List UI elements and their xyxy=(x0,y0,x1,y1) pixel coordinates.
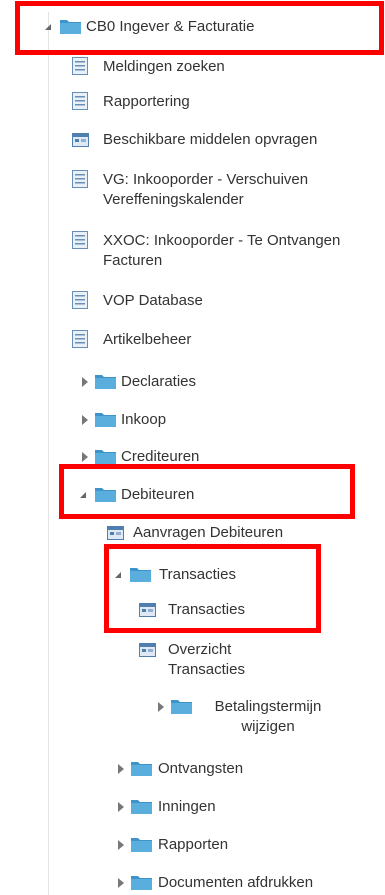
highlight-box-debiteuren xyxy=(59,464,355,519)
folder-icon xyxy=(131,876,152,890)
tree-item-label: XXOC: Inkooporder - Te Ontvangen Facture… xyxy=(103,232,341,269)
collapsed-arrow-icon[interactable] xyxy=(118,878,124,888)
collapsed-arrow-icon[interactable] xyxy=(82,452,88,462)
document-list-icon xyxy=(72,57,88,75)
document-list-icon xyxy=(72,291,88,309)
collapsed-arrow-icon[interactable] xyxy=(158,702,164,712)
tree-folder-label: Declaraties xyxy=(121,373,197,390)
form-app-icon xyxy=(139,643,156,657)
tree-folder-label: Inkoop xyxy=(121,411,167,428)
folder-icon xyxy=(95,450,116,464)
tree-item-label: Aanvragen Debiteuren xyxy=(133,524,284,541)
tree-item-overzicht-transacties[interactable]: Overzicht Transacties xyxy=(0,640,385,682)
folder-icon xyxy=(95,375,116,389)
tree-item-label: VG: Inkooporder - Verschuiven Vereffenin… xyxy=(103,171,309,208)
tree-item-label: VOP Database xyxy=(103,292,203,309)
tree-item-label: Meldingen zoeken xyxy=(103,58,225,75)
tree-folder-label: Ontvangsten xyxy=(158,760,244,777)
tree-item-vg-inkooporder[interactable]: VG: Inkooporder - Verschuiven Vereffenin… xyxy=(0,170,385,212)
tree-folder-label: Betalingstermijn wijzigen xyxy=(214,698,322,735)
document-list-icon xyxy=(72,330,88,348)
tree-item-label: Beschikbare middelen opvragen xyxy=(103,131,318,148)
tree-item-label: Artikelbeheer xyxy=(103,331,192,348)
collapsed-arrow-icon[interactable] xyxy=(118,802,124,812)
folder-icon xyxy=(131,762,152,776)
collapsed-arrow-icon[interactable] xyxy=(118,840,124,850)
document-list-icon xyxy=(72,92,88,110)
tree-item-label: Rapportering xyxy=(103,93,190,110)
highlight-box-root xyxy=(15,1,384,55)
tree-folder-label: Inningen xyxy=(158,798,216,815)
collapsed-arrow-icon[interactable] xyxy=(82,415,88,425)
tree-folder-label: Documenten afdrukken xyxy=(158,874,314,891)
form-app-icon xyxy=(107,526,124,540)
collapsed-arrow-icon[interactable] xyxy=(118,764,124,774)
folder-icon xyxy=(131,838,152,852)
collapsed-arrow-icon[interactable] xyxy=(82,377,88,387)
document-list-icon xyxy=(72,170,88,188)
highlight-box-transacties xyxy=(104,544,321,633)
folder-icon xyxy=(131,800,152,814)
tree-folder-label: Rapporten xyxy=(158,836,229,853)
folder-icon xyxy=(95,413,116,427)
form-app-icon xyxy=(72,133,89,147)
document-list-icon xyxy=(72,231,88,249)
tree-item-label: Overzicht Transacties xyxy=(168,641,245,678)
folder-icon xyxy=(171,700,192,714)
tree-folder-betalingstermijn[interactable]: Betalingstermijn wijzigen xyxy=(0,697,385,739)
tree-item-xxoc-inkooporder[interactable]: XXOC: Inkooporder - Te Ontvangen Facture… xyxy=(0,231,385,273)
tree-guide-line xyxy=(48,12,49,895)
